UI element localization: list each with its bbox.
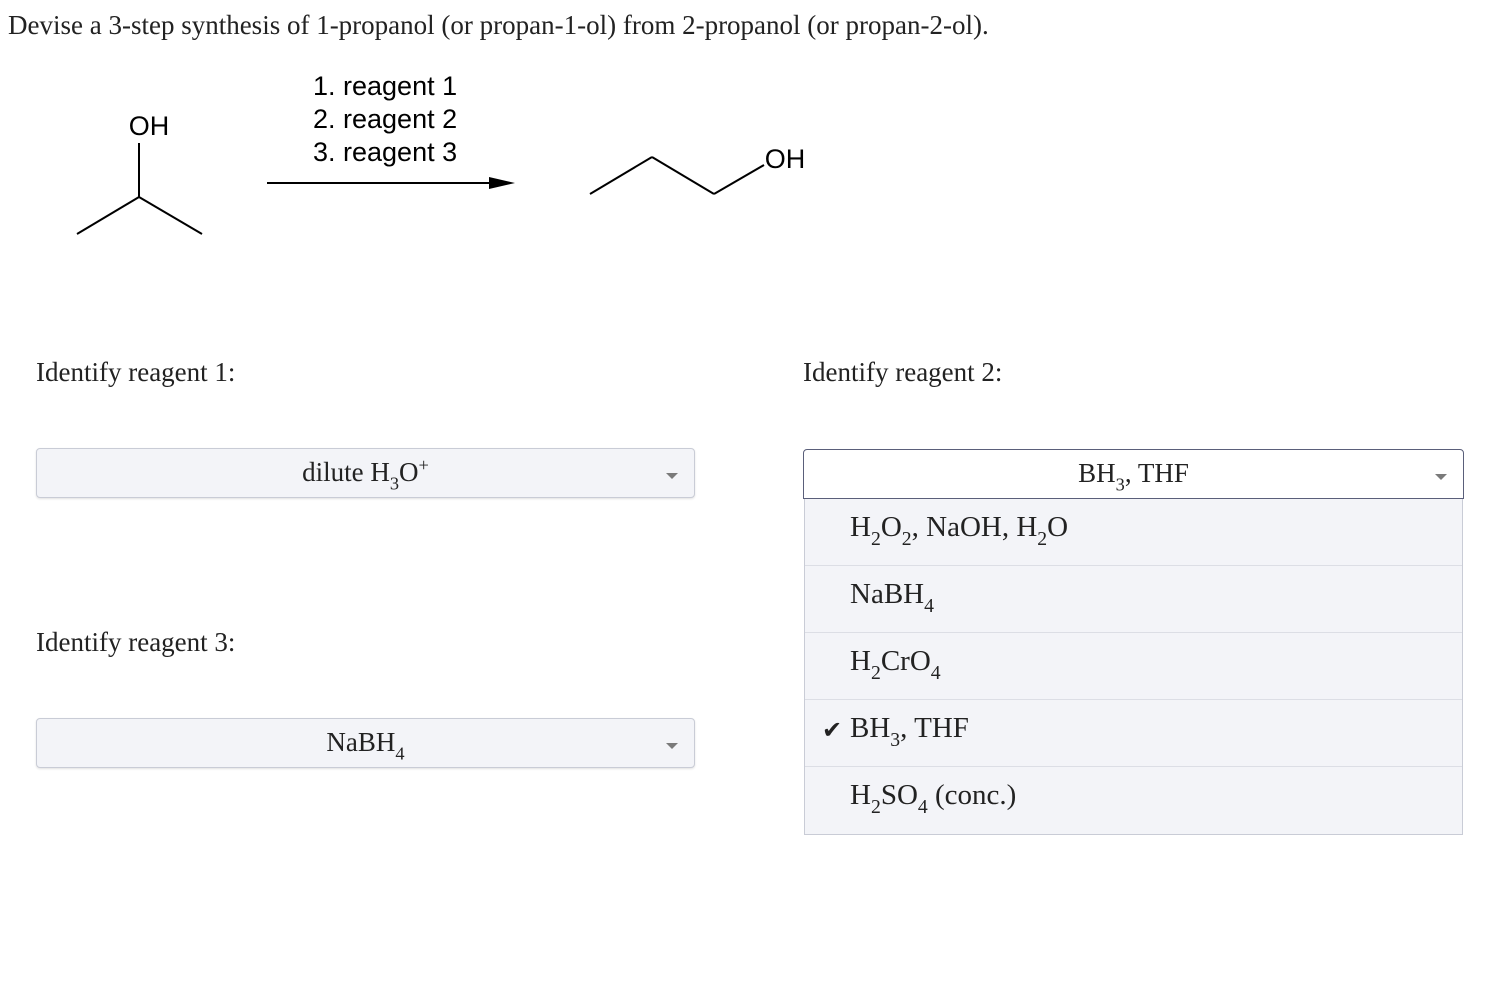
reagent-3-label: Identify reagent 3: xyxy=(36,627,236,657)
dropdown-option-label: H2SO4 (conc.) xyxy=(850,779,1017,818)
dropdown-option[interactable]: H2CrO4 xyxy=(805,633,1462,700)
dropdown-option[interactable]: NaBH4 xyxy=(805,566,1462,633)
reagent-3-selected-value: NaBH4 xyxy=(326,727,405,764)
reagent-1-select[interactable]: dilute H3O+ xyxy=(36,448,695,498)
reagent-2-selected-value: BH3, THF xyxy=(1078,458,1189,495)
reagent-2-label: Identify reagent 2: xyxy=(803,357,1003,387)
reactant-2-propanol: OH xyxy=(76,111,203,235)
step-3-label: 3. reagent 3 xyxy=(313,137,457,167)
dropdown-option-label: NaBH4 xyxy=(850,578,934,617)
reagent-1-label: Identify reagent 1: xyxy=(36,357,236,387)
checkmark-icon: ✔ xyxy=(822,716,843,744)
question-text: Devise a 3-step synthesis of 1-propanol … xyxy=(8,10,989,40)
dropdown-option-label: H2CrO4 xyxy=(850,645,941,684)
dropdown-option-label: BH3, THF xyxy=(850,712,969,751)
reagent-1-selected-value: dilute H3O+ xyxy=(302,454,429,494)
reagent-2-select[interactable]: BH3, THF xyxy=(803,449,1464,499)
chevron-down-icon xyxy=(666,473,678,479)
reactant-oh-label: OH xyxy=(129,111,170,141)
product-1-propanol: OH xyxy=(589,144,806,195)
dropdown-option-label: H2O2, NaOH, H2O xyxy=(850,511,1069,550)
dropdown-option[interactable]: H2SO4 (conc.) xyxy=(805,767,1462,834)
chevron-down-icon xyxy=(666,743,678,749)
reaction-scheme: OH 1. reagent 1 2. reagent 2 3. reagent … xyxy=(76,71,806,235)
step-2-label: 2. reagent 2 xyxy=(313,104,457,134)
reagent-3-select[interactable]: NaBH4 xyxy=(36,718,695,768)
step-1-label: 1. reagent 1 xyxy=(313,71,457,101)
dropdown-option[interactable]: H2O2, NaOH, H2O xyxy=(805,499,1462,566)
reagent-2-dropdown-menu: H2O2, NaOH, H2O NaBH4 H2CrO4 ✔ BH3, THF … xyxy=(804,499,1463,835)
chevron-down-icon xyxy=(1435,474,1447,480)
reaction-arrow xyxy=(267,177,515,189)
dropdown-option-selected[interactable]: ✔ BH3, THF xyxy=(805,700,1462,767)
product-oh-label: OH xyxy=(765,144,806,174)
reaction-conditions: 1. reagent 1 2. reagent 2 3. reagent 3 xyxy=(313,71,457,167)
